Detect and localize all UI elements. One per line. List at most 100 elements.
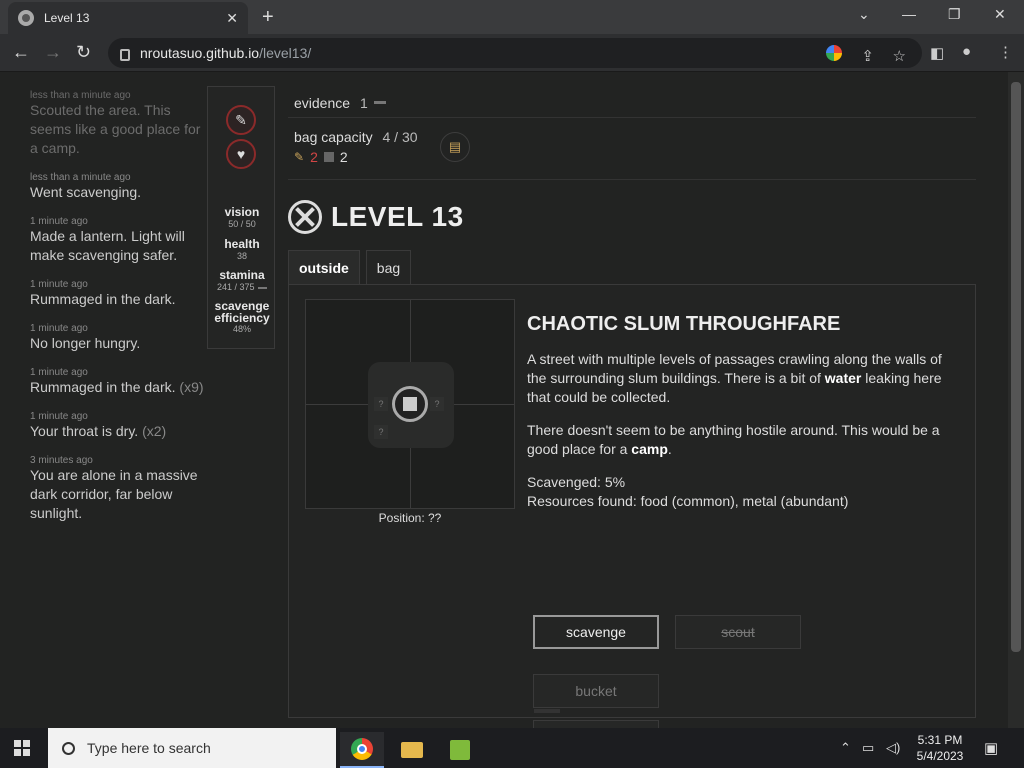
log-message: You are alone in a massive dark corridor… [30,467,198,521]
log-message: Rummaged in the dark. [30,291,176,307]
scroll-item-icon[interactable]: ▤ [440,132,470,162]
lock-icon [120,49,130,61]
minimap-unknown-cell: ? [374,425,388,439]
search-icon [62,741,75,755]
tab-close-icon[interactable]: ✕ [226,10,238,27]
new-tab-button[interactable]: + [262,6,274,29]
taskbar-search-placeholder: Type here to search [87,740,211,756]
stat-vision: vision 50 / 50 [224,205,260,229]
forward-arrow-icon[interactable]: → [44,42,62,63]
log-timestamp: 1 minute ago [30,279,88,290]
network-icon[interactable]: ▭ [862,740,874,756]
perk-bandage-icon[interactable]: ✎ [226,105,256,135]
log-timestamp: 1 minute ago [30,323,88,334]
player-marker-icon [392,386,428,422]
notifications-icon[interactable]: ▣ [984,739,998,757]
log-message: Went scavenging. [30,184,142,200]
tab-search-chevron-icon[interactable]: ⌄ [858,6,870,23]
reload-icon[interactable]: ↻ [76,42,91,63]
log-timestamp: less than a minute ago [30,172,131,183]
evidence-value: 1 [360,94,368,111]
minimap-unknown-cell: ? [430,397,444,411]
location-description: A street with multiple levels of passage… [527,351,942,405]
food-item-icon[interactable]: ✎ [294,150,304,164]
log-message: Made a lantern. Light will make scavengi… [30,228,185,263]
google-lens-icon[interactable] [826,45,842,61]
file-explorer-taskbar-icon[interactable] [390,732,434,768]
minimize-button[interactable]: — [902,6,916,22]
page-scrollbar[interactable] [1008,72,1024,728]
log-timestamp: 1 minute ago [30,367,88,378]
log-timestamp: 3 minutes ago [30,455,93,466]
outside-panel: ? ? ? Position: ?? CHAOTIC SLUM THROUGHF… [288,284,976,728]
evidence-row: evidence 1 [288,88,976,118]
game-tabs: outside bag [288,250,412,284]
stat-health: health 38 [224,237,260,261]
os-taskbar: Type here to search ⌃ ▭ ◁) 5:31 PM 5/4/2… [0,728,1024,768]
show-hidden-icons-chevron-icon[interactable]: ⌃ [840,740,851,756]
stats-panel: ✎ ♥ vision 50 / 50 health 38 stamina 241… [207,86,275,349]
browser-toolbar: ← → ↻ nroutasuo.github.io/level13/ ⇪ ☆ ◧… [0,34,1024,72]
taskbar-clock[interactable]: 5:31 PM 5/4/2023 [912,732,968,764]
scrollbar-thumb[interactable] [1011,82,1021,652]
evidence-label: evidence [294,94,351,111]
message-log: less than a minute ago Scouted the area. … [30,90,210,537]
position-label: Position: ?? [378,511,442,525]
bucket-progress-bar [534,709,560,713]
log-timestamp: 1 minute ago [30,411,88,422]
scout-button[interactable]: scout [675,615,801,649]
restore-button[interactable]: ❐ [948,6,961,23]
browser-tab[interactable]: Level 13 ✕ [8,2,248,34]
log-timestamp: 1 minute ago [30,216,88,227]
log-entry: less than a minute ago Scouted the area. … [30,90,210,158]
menu-kebab-icon[interactable]: ⋮ [998,43,1013,61]
bag-capacity-row: bag capacity 4 / 30 ✎ 2 2 ▤ [288,124,976,180]
bucket-button[interactable]: bucket [533,674,659,713]
perk-injury-icon[interactable]: ♥ [226,139,256,169]
volume-icon[interactable]: ◁) [886,740,900,756]
resources-found: Resources found: food (common), metal (a… [527,493,849,509]
location-name: CHAOTIC SLUM THROUGHFARE [527,313,841,335]
windows-start-icon[interactable] [14,740,30,756]
share-icon[interactable]: ⇪ [861,47,874,65]
tab-outside[interactable]: outside [288,250,360,284]
back-arrow-icon[interactable]: ← [12,42,30,63]
tab-title: Level 13 [44,11,90,25]
location-safety-note: There doesn't seem to be anything hostil… [527,422,940,457]
url-text: nroutasuo.github.io/level13/ [140,45,312,61]
address-bar[interactable]: nroutasuo.github.io/level13/ ⇪ ☆ [108,38,922,68]
location-info: CHAOTIC SLUM THROUGHFARE A street with m… [527,313,957,511]
log-timestamp: less than a minute ago [30,90,131,101]
level-header: LEVEL 13 [288,200,464,234]
bookmark-star-icon[interactable]: ☆ [893,47,906,65]
window-close-button[interactable]: ✕ [994,6,1006,23]
log-entry: less than a minute ago Went scavenging. [30,172,210,202]
tab-bag[interactable]: bag [365,250,412,284]
browser-tabstrip: Level 13 ✕ + ⌄ — ❐ ✕ [0,0,1024,34]
scavenged-status: Scavenged: 5% [527,474,626,490]
scavenge-button[interactable]: scavenge [533,615,659,649]
metal-item-icon[interactable] [323,152,334,162]
stat-stamina: stamina 241 / 375 [208,268,276,292]
minimap[interactable]: ? ? ? [305,299,515,509]
log-message: No longer hungry. [30,335,141,351]
taskbar-search[interactable]: Type here to search [48,728,336,768]
bag-capacity-value: 4 / 30 [382,129,418,145]
side-panel-icon[interactable]: ◧ [930,44,944,62]
evidence-bar [373,101,386,104]
camp-button[interactable]: camp [533,720,659,728]
stat-scavenge-efficiency: scavenge efficiency 48% [214,299,270,334]
minimap-unknown-cell: ? [374,397,388,411]
log-entry: 1 minute ago Rummaged in the dark. [30,279,210,309]
game-page: less than a minute ago Scouted the area. … [0,72,1024,728]
log-message: Your throat is dry. (x2) [30,423,167,439]
spreadsheet-taskbar-icon[interactable] [438,732,482,768]
chrome-taskbar-icon[interactable] [340,732,384,768]
log-entry: 1 minute ago No longer hungry. [30,323,210,353]
log-repeat-count: (x2) [142,423,167,439]
bag-items: ✎ 2 2 [294,149,970,165]
site-favicon-icon [18,10,34,26]
log-repeat-count: (x9) [179,379,204,395]
profile-icon[interactable]: ● [962,43,971,60]
bag-capacity-label: bag capacity [294,129,373,145]
